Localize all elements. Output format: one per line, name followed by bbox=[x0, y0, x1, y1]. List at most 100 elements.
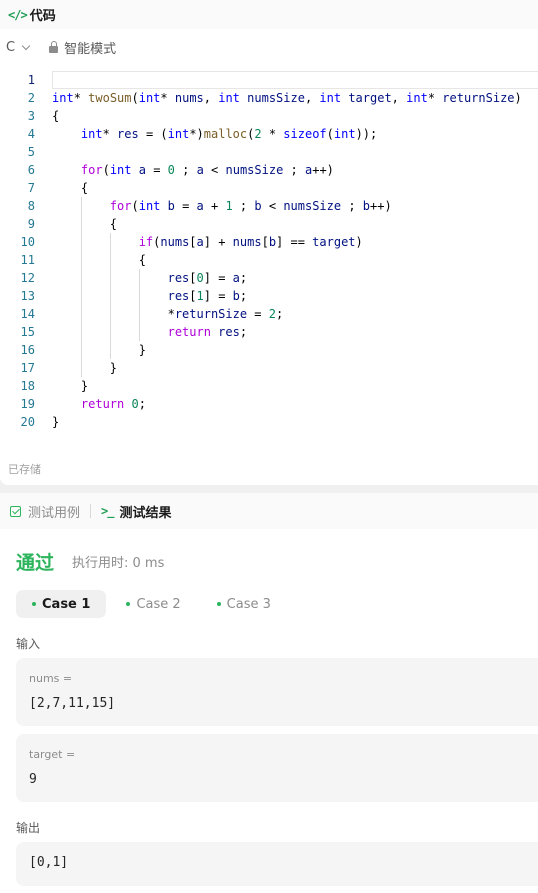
code-token: *) bbox=[189, 127, 204, 141]
code-token: * bbox=[73, 91, 89, 105]
code-token: for bbox=[109, 199, 132, 213]
code-line: 9 { bbox=[0, 215, 538, 233]
code-line: 4 int* res = (int*)malloc(2 * sizeof(int… bbox=[0, 125, 538, 143]
code-token: ; bbox=[232, 199, 255, 213]
code-token: numsSize bbox=[283, 199, 342, 213]
saved-status: 已存储 bbox=[8, 463, 41, 476]
code-token: for bbox=[80, 163, 103, 177]
smart-mode-label[interactable]: 智能模式 bbox=[64, 38, 116, 57]
line-number: 10 bbox=[20, 235, 35, 249]
code-token: )); bbox=[355, 127, 378, 141]
line-number: 2 bbox=[27, 91, 35, 105]
code-text: } bbox=[52, 359, 117, 377]
tab-test-result[interactable]: 测试结果 bbox=[119, 502, 171, 521]
code-text: return res; bbox=[52, 323, 248, 341]
line-number: 16 bbox=[20, 343, 35, 357]
output-field: [0,1] bbox=[16, 842, 538, 886]
code-token: 0 bbox=[124, 397, 139, 411]
code-token: int bbox=[109, 163, 132, 177]
code-token: ) bbox=[514, 91, 522, 105]
line-number: 1 bbox=[27, 73, 35, 87]
input-value: 9 bbox=[29, 772, 37, 787]
code-text: return 0; bbox=[52, 395, 146, 413]
code-token: 2 bbox=[254, 127, 262, 141]
line-number: 15 bbox=[20, 325, 35, 339]
input-section-label: 输入 bbox=[16, 637, 41, 651]
code-editor[interactable]: 1 2 int* twoSum(int* nums, int numsSize, i… bbox=[0, 71, 538, 436]
code-token: ( bbox=[102, 163, 110, 177]
code-line: 3{ bbox=[0, 107, 538, 125]
code-token: { bbox=[52, 109, 60, 123]
code-token: 1 bbox=[225, 199, 233, 213]
code-token: { bbox=[52, 253, 146, 267]
code-token: return bbox=[80, 397, 125, 411]
code-line: 8 for(int b = a + 1 ; b < numsSize ; b++… bbox=[0, 197, 538, 215]
code-token: 0 bbox=[167, 163, 175, 177]
code-token: a bbox=[196, 163, 204, 177]
code-token: ++) bbox=[312, 163, 334, 177]
code-token: nums bbox=[232, 235, 262, 249]
tab-testcase[interactable]: 测试用例 bbox=[28, 502, 80, 521]
language-select[interactable]: C bbox=[6, 40, 31, 55]
code-token: int bbox=[80, 127, 103, 141]
code-line: 6 for(int a = 0 ; a < numsSize ; a++) bbox=[0, 161, 538, 179]
code-token: numsSize bbox=[225, 163, 284, 177]
code-text: res[1] = b; bbox=[52, 287, 248, 305]
line-number: 5 bbox=[27, 145, 35, 159]
code-token: * bbox=[261, 127, 284, 141]
code-text: } bbox=[52, 341, 146, 359]
code-token: = bbox=[247, 307, 269, 321]
code-line: 1 bbox=[0, 71, 538, 89]
case-tab-2[interactable]: Case 2 bbox=[110, 590, 196, 618]
line-number: 4 bbox=[27, 127, 35, 141]
editor-toolbar: C 智能模式 bbox=[0, 31, 538, 63]
code-token: < bbox=[261, 199, 284, 213]
code-token: a bbox=[131, 163, 146, 177]
code-text: { bbox=[52, 179, 88, 197]
code-line: 7 { bbox=[0, 179, 538, 197]
code-token: int bbox=[167, 127, 190, 141]
code-token: malloc bbox=[203, 127, 248, 141]
case-tabs: Case 1 Case 2 Case 3 bbox=[16, 590, 291, 618]
input-name: nums = bbox=[29, 672, 73, 685]
code-token: [ bbox=[189, 271, 197, 285]
case-tab-1[interactable]: Case 1 bbox=[16, 590, 107, 618]
result-tab-bar: 测试用例 >_ 测试结果 bbox=[0, 493, 538, 529]
line-number: 17 bbox=[20, 361, 35, 375]
code-token: int bbox=[218, 91, 240, 105]
code-token: b bbox=[268, 235, 277, 249]
code-token: < bbox=[203, 163, 226, 177]
code-token: a bbox=[196, 235, 204, 249]
code-token: res bbox=[210, 325, 240, 339]
code-text: { bbox=[52, 215, 117, 233]
case-tab-label: Case 1 bbox=[42, 596, 91, 612]
code-icon: </> bbox=[8, 7, 28, 22]
line-number: 11 bbox=[20, 253, 35, 267]
code-line: 2 int* twoSum(int* nums, int numsSize, in… bbox=[0, 89, 538, 107]
code-token: returnSize bbox=[174, 307, 248, 321]
lock-icon bbox=[49, 40, 59, 53]
code-text: int* twoSum(int* nums, int numsSize, int… bbox=[52, 89, 522, 107]
line-number: 19 bbox=[20, 397, 35, 411]
code-token: ) bbox=[355, 235, 363, 249]
code-text: for(int b = a + 1 ; b < numsSize ; b++) bbox=[52, 197, 392, 215]
code-tab-title: 代码 bbox=[29, 9, 56, 24]
line-number: 3 bbox=[27, 109, 35, 123]
result-status: 通过 bbox=[16, 552, 55, 574]
pass-dot-icon bbox=[126, 602, 131, 606]
code-token: = ( bbox=[138, 127, 168, 141]
code-line: 10 if(nums[a] + nums[b] == target) bbox=[0, 233, 538, 251]
input-field-nums: nums = [2,7,11,15] bbox=[16, 658, 538, 726]
code-token: target bbox=[341, 91, 392, 105]
code-token: return bbox=[167, 325, 211, 339]
code-token: * bbox=[102, 127, 118, 141]
code-token: = bbox=[174, 199, 197, 213]
code-panel: </> 代码 C 智能模式 1 2 int* twoSum(int* nums, i… bbox=[0, 0, 538, 485]
line-number: 13 bbox=[20, 289, 35, 303]
code-token: ( bbox=[131, 91, 139, 105]
code-token: res bbox=[167, 271, 190, 285]
case-tab-3[interactable]: Case 3 bbox=[201, 590, 287, 618]
